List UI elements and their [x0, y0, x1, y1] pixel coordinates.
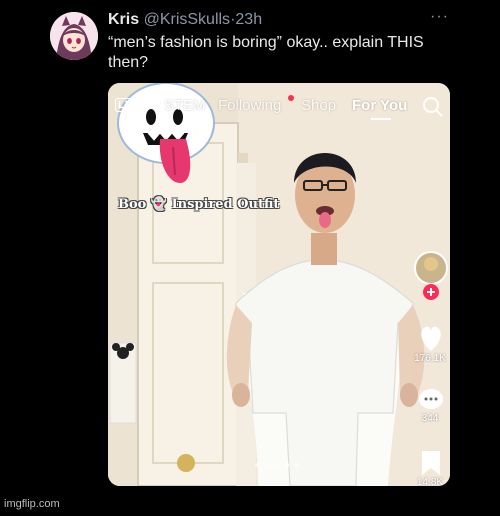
search-icon[interactable]	[422, 96, 444, 118]
timestamp[interactable]: 23h	[235, 11, 262, 28]
active-tab-indicator	[371, 118, 391, 120]
save-count[interactable]: 14.8K	[414, 477, 446, 486]
tab-for-you[interactable]: For You	[352, 97, 407, 114]
tweet-media[interactable]: LIVE STEM Following Shop For You Boo 👻 I…	[108, 83, 450, 486]
tweet: Kris @KrisSkulls·23h ··· “men’s fashion …	[0, 0, 500, 516]
user-handle[interactable]: @KrisSkulls	[144, 11, 230, 28]
tweet-header: Kris @KrisSkulls·23h	[108, 10, 262, 30]
tab-stem[interactable]: STEM	[164, 97, 206, 114]
like-count[interactable]: 176.1K	[414, 353, 446, 364]
display-name[interactable]: Kris	[108, 11, 139, 28]
live-icon[interactable]: LIVE	[115, 98, 146, 112]
carousel-dot[interactable]	[275, 463, 279, 467]
carousel-dot[interactable]	[265, 463, 269, 467]
imgflip-watermark: imgflip.com	[4, 498, 60, 510]
video-caption: Boo 👻 Inspired Outfit	[118, 197, 280, 212]
carousel-dots[interactable]	[255, 463, 299, 467]
tweet-text: “men’s fashion is boring” okay.. explain…	[108, 34, 424, 71]
tiktok-screenshot-photo	[108, 83, 450, 486]
carousel-dot-active[interactable]	[285, 463, 289, 467]
tiktok-top-bar: LIVE STEM Following Shop For You	[108, 83, 450, 125]
avatar[interactable]	[50, 12, 98, 60]
more-options-icon[interactable]: ···	[430, 8, 449, 26]
comment-count[interactable]: 344	[414, 413, 446, 424]
carousel-dot[interactable]	[255, 463, 259, 467]
carousel-dot[interactable]	[295, 463, 299, 467]
tab-shop[interactable]: Shop	[301, 97, 336, 114]
notification-dot	[288, 95, 294, 101]
tab-following[interactable]: Following	[218, 97, 281, 114]
anime-avatar-icon	[50, 12, 98, 60]
